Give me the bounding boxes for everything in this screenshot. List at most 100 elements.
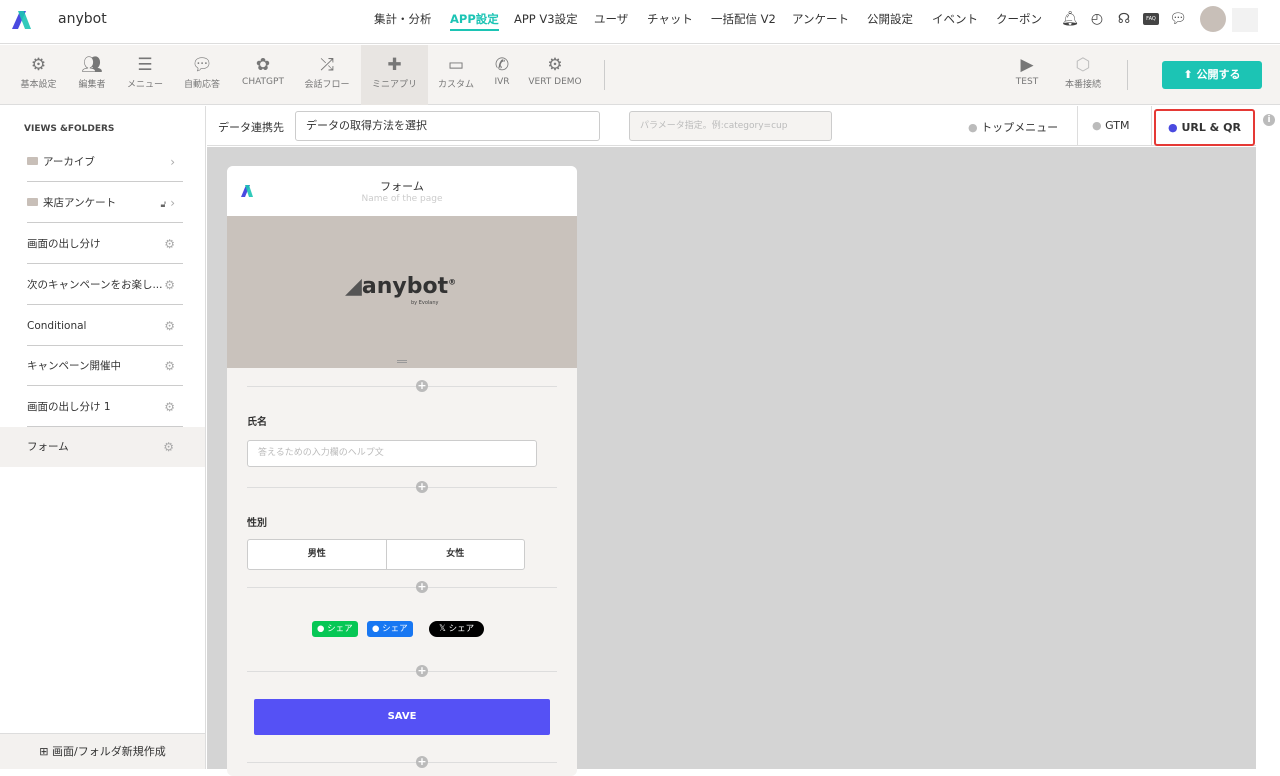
chevron-right-icon: › [170, 196, 175, 210]
sidebar: VIEWS &FOLDERS アーカイブ › 来店アンケート 🔓︎ › 画面の出し分… [0, 106, 206, 769]
tool-mini-app[interactable]: ✚ ミニアプリ [361, 45, 428, 105]
publish-button[interactable]: ⬆ 公開する [1162, 61, 1262, 89]
anybot-logo-icon[interactable] [10, 9, 32, 31]
sidebar-view[interactable]: キャンペーン開催中 ⚙ [27, 346, 183, 386]
users-icon: 👥︎ [81, 55, 103, 75]
data-source-label: データ連携先 [218, 121, 284, 134]
sidebar-view[interactable]: 次のキャンペーンをお楽し... ⚙ [27, 265, 183, 305]
plus-icon[interactable]: + [416, 581, 428, 593]
tool-auto-reply[interactable]: 💬︎ 自動応答 [178, 45, 226, 105]
list-icon: ☰ [137, 55, 153, 75]
monitor-icon: ▭ [447, 55, 465, 75]
nav-survey[interactable]: アンケート [792, 11, 849, 27]
plus-icon[interactable]: + [416, 756, 428, 768]
option-male[interactable]: 男性 [248, 540, 387, 569]
tool-basic-settings[interactable]: ⚙ 基本設定 [16, 45, 61, 105]
gear-icon: ⚙ [547, 55, 563, 75]
nav-analytics[interactable]: 集計・分析 [374, 11, 432, 27]
add-block-divider: + [247, 481, 557, 493]
gear-icon[interactable]: ⚙ [164, 265, 175, 305]
faq-icon[interactable]: FAQ [1143, 13, 1159, 25]
plus-icon[interactable]: + [416, 481, 428, 493]
sidebar-folder-store-survey[interactable]: 来店アンケート 🔓︎ › [27, 183, 183, 223]
nav-broadcast[interactable]: 一括配信 V2 [711, 11, 776, 27]
gear-icon[interactable]: ⚙ [164, 387, 175, 427]
sidebar-view-selected[interactable]: フォーム ⚙ [0, 427, 205, 467]
save-button[interactable]: SAVE [254, 699, 550, 735]
banner-image[interactable]: ◢anybot® by Evolany [227, 216, 577, 368]
chevron-right-icon: › [170, 155, 175, 169]
line-share-button[interactable]: ● シェア [312, 621, 358, 637]
sidebar-view[interactable]: 画面の出し分け ⚙ [27, 224, 183, 264]
nav-users[interactable]: ユーザ [594, 11, 628, 27]
drag-handle-icon[interactable] [397, 360, 407, 363]
unlock-icon: 🔓︎ [160, 200, 167, 210]
bell-icon[interactable]: 🔔︎ [1061, 10, 1079, 28]
hexagon-icon: ⬡ [1075, 55, 1091, 75]
new-view-folder-button[interactable]: ⊞ 画面/フォルダ新規作成 [0, 733, 205, 769]
tool-ivr[interactable]: ✆ IVR [488, 45, 516, 105]
shuffle-icon: ⤮ [320, 55, 334, 75]
chat-icon: 💬︎ [191, 55, 213, 75]
tool-chatgpt[interactable]: ✿ CHATGPT [236, 45, 290, 105]
nav-coupon[interactable]: クーポン [996, 11, 1042, 27]
facebook-share-button[interactable]: ● シェア [367, 621, 413, 637]
phone-icon: ✆ [494, 55, 510, 75]
right-strip: i [1256, 106, 1280, 769]
anybot-logo-icon: ◢ [345, 274, 362, 299]
support-icon[interactable]: ☊ [1115, 10, 1133, 28]
name-input[interactable]: 答えるための入力欄のヘルプ文 [247, 440, 537, 467]
nav-event[interactable]: イベント [932, 11, 978, 27]
url-qr-tab[interactable]: ● URL & QR ▦ [1154, 109, 1255, 167]
sidebar-folder-archive[interactable]: アーカイブ › [27, 142, 183, 182]
chat-bubbles-icon[interactable]: 💬︎ [1169, 10, 1187, 28]
page-subtitle: Name of the page [361, 194, 443, 204]
tool-conversation-flow[interactable]: ⤮ 会話フロー [300, 45, 354, 105]
clock-icon[interactable]: ◴ [1088, 10, 1106, 28]
plus-icon[interactable]: + [416, 665, 428, 677]
status-dot-icon: ● [1092, 119, 1106, 132]
gear-icon: ⚙ [30, 55, 47, 75]
page-header: フォーム Name of the page [227, 166, 577, 216]
gear-icon[interactable]: ⚙ [164, 306, 175, 346]
sidebar-view[interactable]: Conditional ⚙ [27, 306, 183, 346]
upload-icon: ⬆ [1183, 68, 1197, 81]
sidebar-heading: VIEWS &FOLDERS [24, 124, 115, 134]
puzzle-icon: ✚ [387, 55, 402, 75]
user-name-blurred [1232, 8, 1258, 32]
tool-custom[interactable]: ▭ カスタム [434, 45, 478, 105]
avatar[interactable] [1200, 6, 1226, 32]
banner-sub: by Evolany [411, 300, 439, 306]
gender-options: 男性 女性 [247, 539, 525, 570]
gear-icon[interactable]: ⚙ [163, 427, 174, 467]
folder-icon [27, 198, 38, 206]
gear-icon[interactable]: ⚙ [164, 224, 175, 264]
tool-vert-demo[interactable]: ⚙ VERT DEMO [526, 45, 584, 105]
option-female[interactable]: 女性 [387, 540, 525, 569]
parameter-input[interactable]: パラメータ指定。例:category=cup [629, 111, 832, 141]
gear-icon[interactable]: ⚙ [164, 346, 175, 386]
test-button[interactable]: ▶ TEST [1012, 45, 1042, 105]
page-title: フォーム [380, 180, 424, 193]
nav-app-settings[interactable]: APP設定 [450, 11, 499, 31]
divider [1151, 106, 1152, 146]
add-block-divider: + [247, 756, 557, 768]
tool-menu[interactable]: ☰ メニュー [122, 45, 168, 105]
nav-app-v3[interactable]: APP V3設定 [514, 11, 578, 27]
sidebar-view[interactable]: 画面の出し分け 1 ⚙ [27, 387, 183, 427]
nav-publish-settings[interactable]: 公開設定 [867, 11, 913, 27]
data-source-select[interactable]: データの取得方法を選択 [295, 111, 600, 141]
plus-icon[interactable]: + [416, 380, 428, 392]
top-menu-tab[interactable]: ● トップメニュー [968, 119, 1058, 135]
status-dot-icon: ● [1168, 121, 1182, 134]
openai-icon: ✿ [255, 55, 271, 75]
tool-editors[interactable]: 👥︎ 編集者 [70, 45, 114, 105]
gtm-tab[interactable]: ● GTM [1092, 119, 1129, 132]
add-block-divider: + [247, 380, 557, 392]
banner-logo: ◢anybot® [345, 274, 457, 299]
production-connect-button[interactable]: ⬡ 本番接続 [1062, 45, 1104, 105]
nav-chat[interactable]: チャット [647, 11, 693, 27]
x-share-button[interactable]: 𝕏 シェア [429, 621, 485, 637]
app-name: anybot [58, 11, 107, 27]
info-icon[interactable]: i [1263, 114, 1275, 126]
